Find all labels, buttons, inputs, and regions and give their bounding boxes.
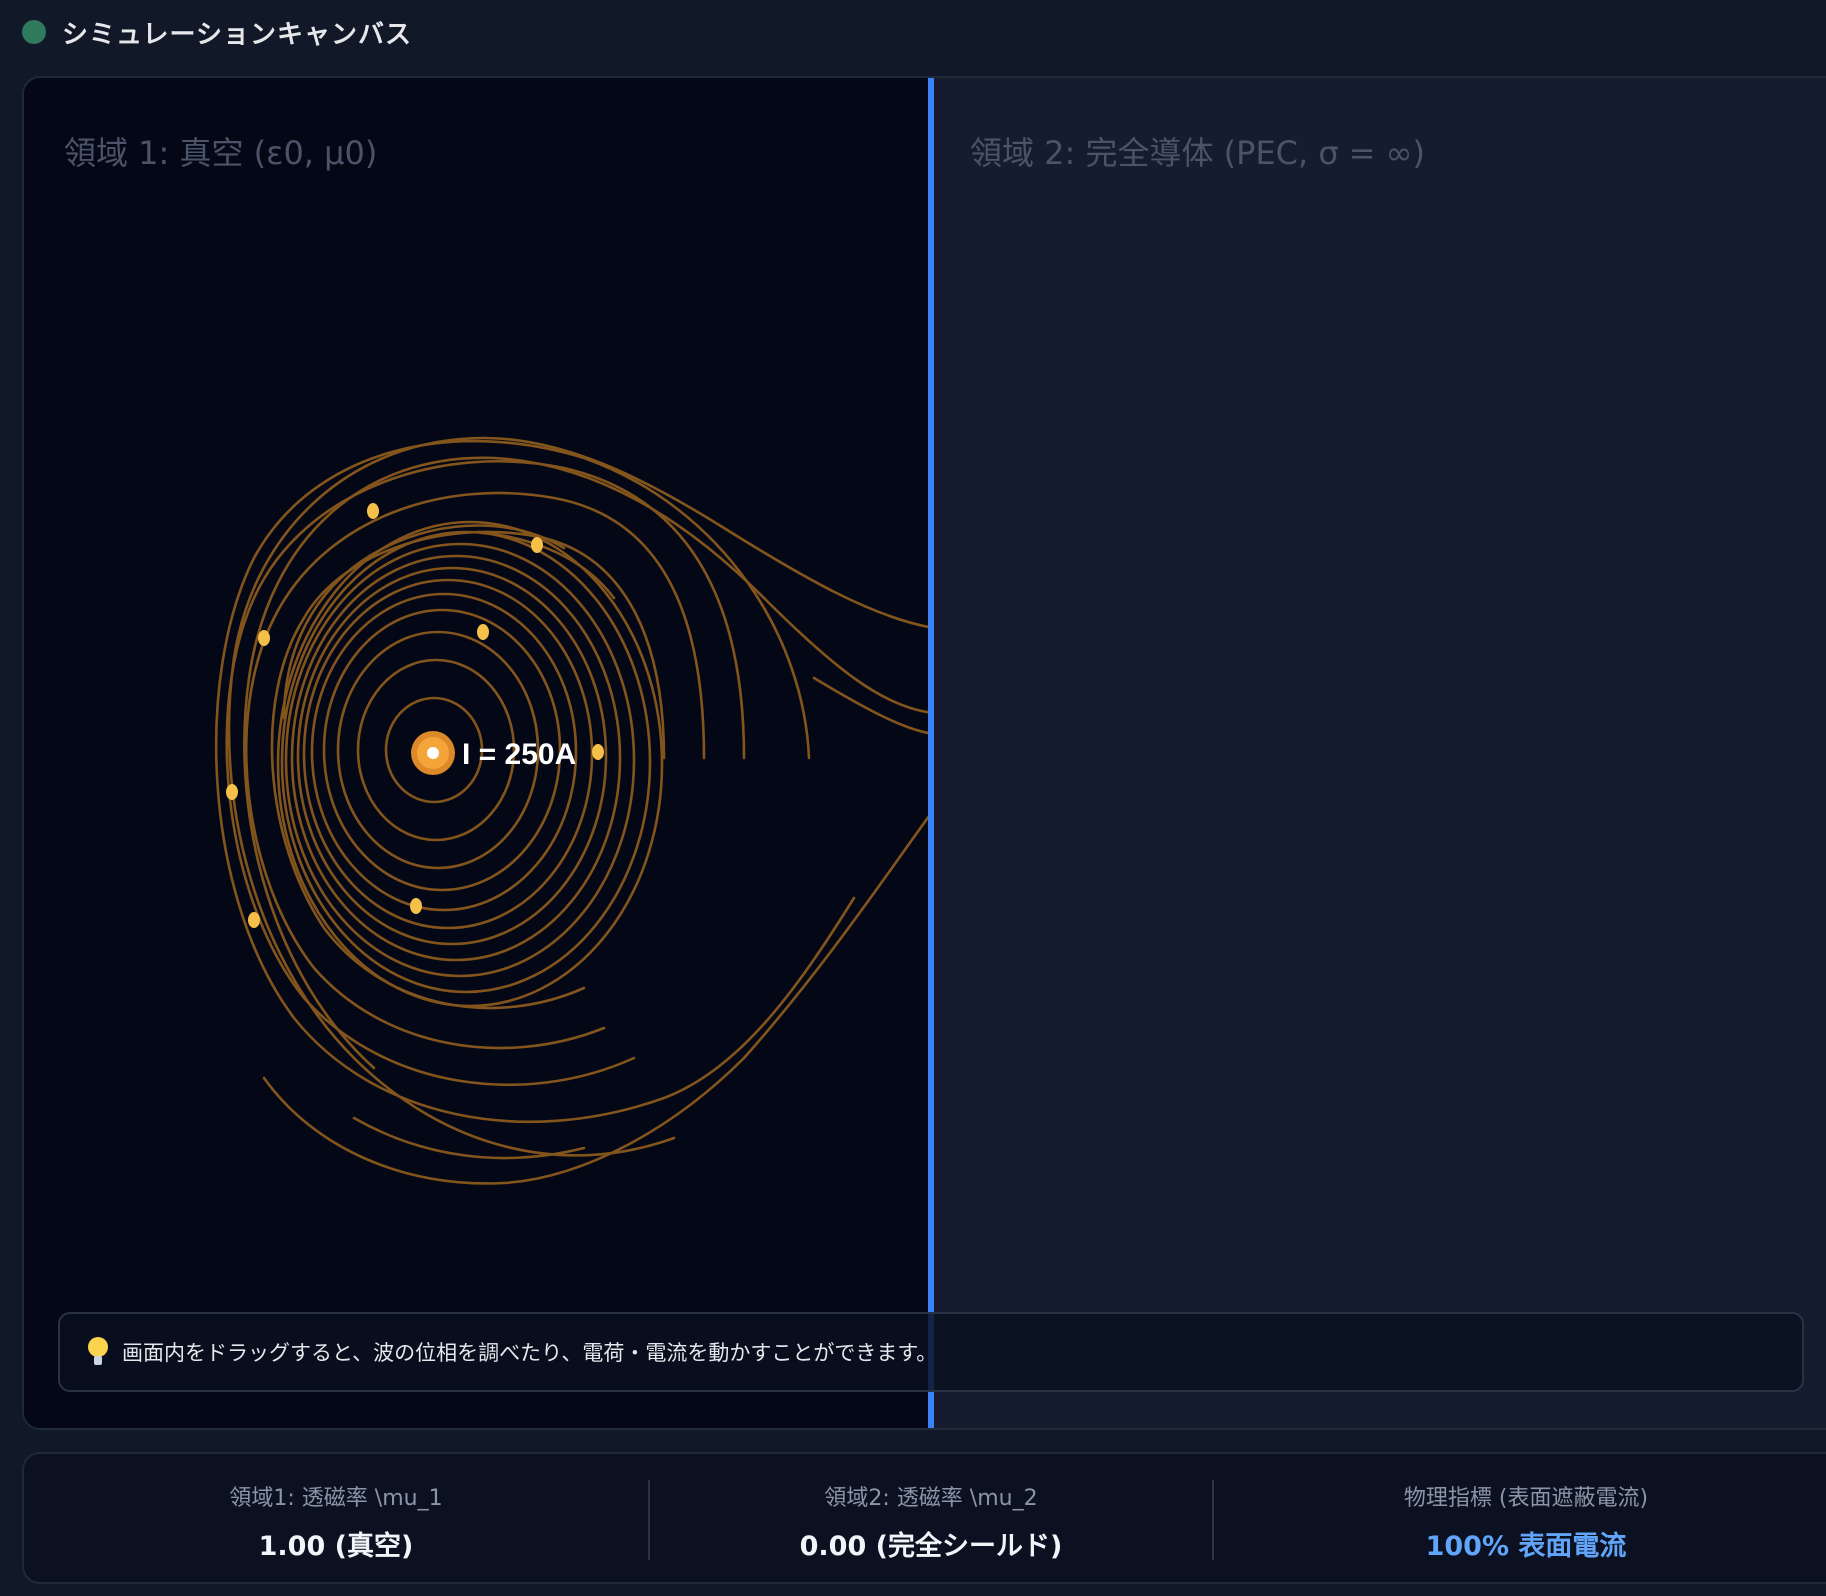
field-particle: [248, 912, 260, 928]
field-line: [812, 676, 930, 735]
field-particle: [477, 624, 489, 640]
field-particle: [258, 630, 270, 646]
material-boundary: [928, 78, 934, 1428]
field-particle: [367, 503, 379, 519]
field-particle: [592, 744, 604, 760]
stat-value: 100% 表面電流: [1425, 1531, 1627, 1562]
hint-bar: 画面内をドラッグすると、波の位相を調べたり、電荷・電流を動かすことができます。: [58, 1312, 1804, 1392]
field-particle: [410, 898, 422, 914]
field-particle: [531, 537, 543, 553]
hint-text: 画面内をドラッグすると、波の位相を調べたり、電荷・電流を動かすことができます。: [122, 1341, 938, 1365]
stat-label: 領域2: 透磁率 \mu_2: [824, 1486, 1038, 1511]
status-indicator: [22, 20, 46, 44]
region-conductor[interactable]: [934, 78, 1826, 1428]
field-particle: [226, 784, 238, 800]
region2-label: 領域 2: 完全導体 (PEC, σ = ∞): [970, 134, 1425, 172]
simulation-canvas[interactable]: I = 250A 領域 1: 真空 (ε0, μ0) 領域 2: 完全導体 (P…: [22, 76, 1826, 1430]
field-line: [352, 1116, 586, 1160]
panel-title: シミュレーションキャンバス: [62, 19, 412, 50]
magnetic-field-lines: I = 250A: [214, 436, 930, 1185]
current-source[interactable]: [411, 731, 455, 775]
current-label: I = 250A: [462, 738, 576, 771]
stat-label: 物理指標 (表面遮蔽電流): [1403, 1486, 1649, 1511]
region1-label: 領域 1: 真空 (ε0, μ0): [64, 134, 378, 172]
stat-region2-permeability: 領域2: 透磁率 \mu_2 0.00 (完全シールド): [650, 1454, 1212, 1582]
stats-panel: 領域1: 透磁率 \mu_1 1.00 (真空) 領域2: 透磁率 \mu_2 …: [22, 1452, 1826, 1584]
stat-surface-current: 物理指標 (表面遮蔽電流) 100% 表面電流: [1214, 1454, 1826, 1582]
field-line: [243, 456, 930, 1070]
panel-header: シミュレーションキャンバス: [22, 14, 412, 50]
lightbulb-icon: [88, 1337, 108, 1367]
stat-label: 領域1: 透磁率 \mu_1: [229, 1486, 443, 1511]
field-line: [262, 812, 930, 1185]
stat-value: 1.00 (真空): [258, 1531, 414, 1562]
stat-region1-permeability: 領域1: 透磁率 \mu_1 1.00 (真空): [24, 1454, 648, 1582]
stat-value: 0.00 (完全シールド): [799, 1531, 1063, 1562]
